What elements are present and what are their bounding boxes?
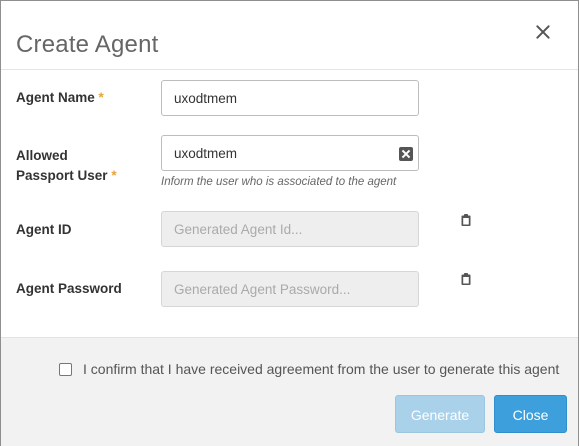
create-agent-dialog: Create Agent Agent Name * Allowed Passpo… [0,0,579,446]
required-marker: * [98,90,104,105]
required-marker: * [111,168,117,183]
dialog-footer [1,337,578,446]
close-button[interactable]: Close [494,395,567,433]
agent-name-label-text: Agent Name [16,90,95,105]
agent-id-label: Agent ID [16,222,72,237]
passport-user-input[interactable] [161,135,419,171]
close-icon[interactable] [532,21,554,43]
confirm-checkbox[interactable] [59,363,72,376]
agent-id-field[interactable] [161,211,419,247]
passport-user-label: Allowed Passport User * [16,146,117,186]
agent-name-input[interactable] [161,80,419,116]
clipboard-icon[interactable] [461,214,471,226]
agent-password-label: Agent Password [16,281,122,296]
dialog-header: Create Agent [1,1,578,70]
clipboard-icon[interactable] [461,273,471,285]
clear-input-icon[interactable] [399,147,413,161]
agent-password-field[interactable] [161,271,419,307]
generate-button[interactable]: Generate [395,395,485,433]
passport-user-label-line2: Passport User [16,168,108,183]
confirm-label[interactable]: I confirm that I have received agreement… [83,359,559,379]
agent-name-label: Agent Name * [16,88,104,108]
dialog-title: Create Agent [16,31,159,58]
passport-user-label-line1: Allowed [16,148,68,163]
passport-user-help-text: Inform the user who is associated to the… [161,176,397,188]
